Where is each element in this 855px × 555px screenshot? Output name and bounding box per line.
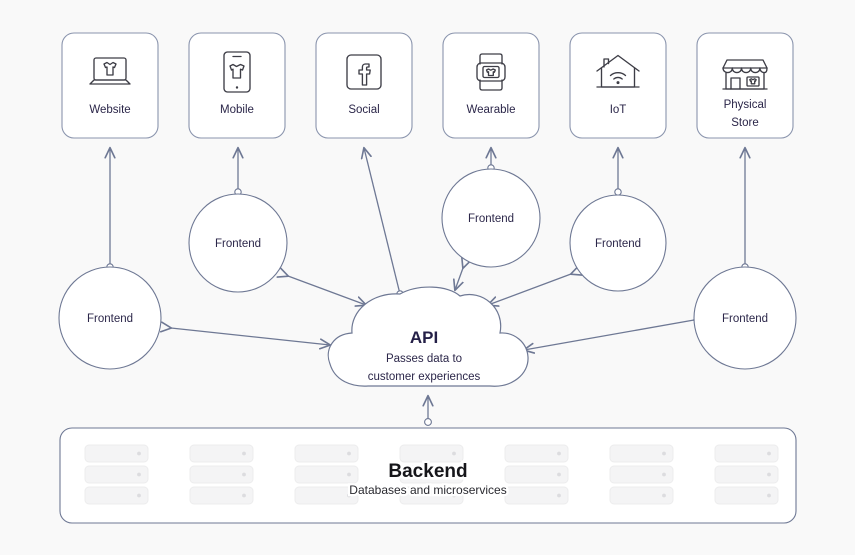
frontend-label-3: Frontend — [468, 213, 514, 225]
frontend-label-2: Frontend — [215, 238, 261, 250]
connector-frontend5-api — [524, 320, 694, 350]
channel-card-wearable[interactable]: Wearable — [442, 32, 540, 139]
connector-dot-backend — [424, 418, 432, 426]
channel-label-wearable: Wearable — [466, 104, 515, 116]
server-rack-item — [399, 444, 464, 463]
connector-frontend3-api — [455, 268, 463, 290]
connector-frontend2-api — [288, 276, 366, 305]
frontend-node-1[interactable]: Frontend — [58, 266, 162, 370]
backend-panel[interactable]: Backend Databases and microservices — [59, 427, 797, 524]
server-rack-item — [84, 486, 149, 505]
server-rack-item — [84, 444, 149, 463]
server-rack-column — [609, 444, 674, 505]
server-rack-column — [504, 444, 569, 505]
server-rack-column — [189, 444, 254, 505]
frontend-node-4[interactable]: Frontend — [569, 194, 667, 292]
connector-frontend4-api — [488, 274, 571, 305]
server-rack-column — [714, 444, 779, 505]
server-rack-item — [609, 444, 674, 463]
channel-card-mobile[interactable]: Mobile — [188, 32, 286, 139]
server-rack-item — [714, 486, 779, 505]
server-rack-item — [714, 465, 779, 484]
server-rack-item — [189, 486, 254, 505]
server-rack-item — [609, 486, 674, 505]
server-rack-item — [294, 444, 359, 463]
channel-label-physical-store-line2: Store — [731, 117, 759, 129]
channel-card-iot[interactable]: IoT — [569, 32, 667, 139]
api-title: API — [410, 328, 438, 347]
server-rack-item — [504, 465, 569, 484]
frontend-node-3[interactable]: Frontend — [441, 168, 541, 268]
server-rack-item — [504, 444, 569, 463]
api-subtitle-line2: customer experiences — [368, 371, 481, 383]
channel-card-physical-store[interactable]: Physical Store — [696, 32, 794, 139]
api-subtitle-line1: Passes data to — [386, 353, 462, 365]
connector-frontend1-api — [171, 328, 330, 345]
backend-subtitle: Databases and microservices — [349, 483, 506, 497]
connector-dot-frontend4 — [614, 188, 622, 196]
server-rack-item — [609, 465, 674, 484]
channel-label-iot: IoT — [610, 104, 627, 116]
channel-card-social[interactable]: Social — [315, 32, 413, 139]
frontend-node-2[interactable]: Frontend — [188, 193, 288, 293]
channel-label-physical-store: Physical — [724, 99, 767, 111]
channel-card-website[interactable]: Website — [61, 32, 159, 139]
channel-label-mobile: Mobile — [220, 104, 254, 116]
frontend-label-5: Frontend — [722, 313, 768, 325]
server-rack-column — [84, 444, 149, 505]
frontend-node-5[interactable]: Frontend — [693, 266, 797, 370]
server-rack-item — [714, 444, 779, 463]
channel-label-website: Website — [89, 104, 130, 116]
server-rack-item — [189, 444, 254, 463]
server-rack-item — [504, 486, 569, 505]
server-rack-item — [84, 465, 149, 484]
server-rack-item — [294, 465, 359, 484]
connector-api-social — [364, 148, 401, 295]
frontend-label-1: Frontend — [87, 313, 133, 325]
architecture-diagram: Website Mobile Social Wearable IoT Physi… — [58, 32, 797, 524]
frontend-label-4: Frontend — [595, 238, 641, 250]
channel-label-social: Social — [348, 104, 379, 116]
server-rack-item — [189, 465, 254, 484]
backend-title: Backend — [388, 461, 467, 482]
